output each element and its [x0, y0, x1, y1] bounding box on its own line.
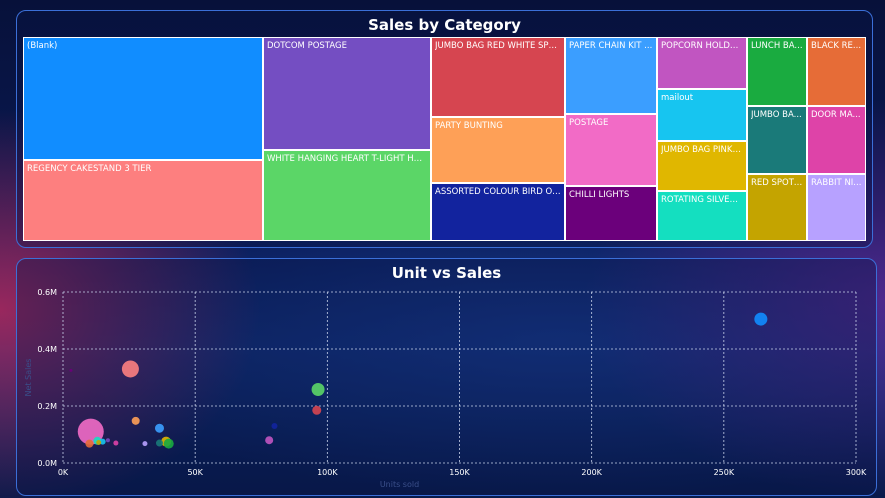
- scatter-point[interactable]: [271, 422, 278, 429]
- x-tick-label: 100K: [317, 468, 338, 477]
- scatter-point[interactable]: [311, 382, 325, 396]
- scatter-point[interactable]: [154, 423, 164, 433]
- scatter-point[interactable]: [155, 439, 163, 447]
- x-tick-label: 300K: [846, 468, 867, 477]
- x-axis-title: Units sold: [380, 480, 419, 489]
- x-tick-label: 200K: [581, 468, 602, 477]
- y-tick-label: 0.0M: [37, 459, 57, 468]
- scatter-point[interactable]: [113, 440, 119, 446]
- y-tick-label: 0.6M: [37, 288, 57, 297]
- scatter-point[interactable]: [96, 439, 102, 445]
- x-tick-label: 50K: [187, 468, 203, 477]
- scatter-chart[interactable]: 0K 50K 100K 150K 200K 250K 300K 0.0M 0.2M 0.4M 0.6…: [0, 0, 885, 498]
- scatter-point[interactable]: [163, 438, 174, 449]
- scatter-point[interactable]: [142, 441, 148, 447]
- y-tick-label: 0.4M: [37, 345, 57, 354]
- scatter-point[interactable]: [105, 438, 110, 443]
- x-tick-label: 150K: [449, 468, 470, 477]
- scatter-point[interactable]: [131, 416, 140, 425]
- scatter-point[interactable]: [265, 436, 274, 445]
- x-tick-label: 0K: [58, 468, 69, 477]
- x-tick-label: 250K: [714, 468, 735, 477]
- y-axis-title: Net Sales: [24, 359, 33, 397]
- scatter-point[interactable]: [754, 312, 768, 326]
- y-tick-label: 0.2M: [37, 402, 57, 411]
- scatter-point[interactable]: [121, 360, 139, 378]
- scatter-point[interactable]: [312, 405, 322, 415]
- scatter-point[interactable]: [85, 439, 94, 448]
- scatter-point[interactable]: [69, 368, 73, 372]
